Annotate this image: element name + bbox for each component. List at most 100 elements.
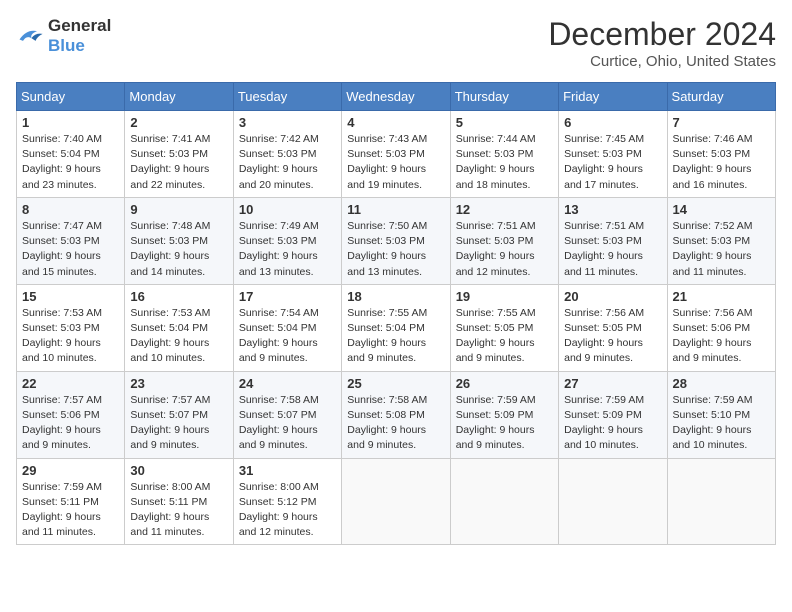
day-number: 21	[673, 289, 770, 304]
logo: General Blue	[16, 16, 111, 56]
calendar-cell: 22 Sunrise: 7:57 AM Sunset: 5:06 PM Dayl…	[17, 371, 125, 458]
calendar-cell: 31 Sunrise: 8:00 AM Sunset: 5:12 PM Dayl…	[233, 458, 341, 545]
day-number: 14	[673, 202, 770, 217]
calendar-table: SundayMondayTuesdayWednesdayThursdayFrid…	[16, 82, 776, 545]
column-header-saturday: Saturday	[667, 83, 775, 111]
calendar-cell: 25 Sunrise: 7:58 AM Sunset: 5:08 PM Dayl…	[342, 371, 450, 458]
day-info: Sunrise: 7:54 AM Sunset: 5:04 PM Dayligh…	[239, 306, 336, 367]
day-info: Sunrise: 7:50 AM Sunset: 5:03 PM Dayligh…	[347, 219, 444, 280]
day-info: Sunrise: 7:43 AM Sunset: 5:03 PM Dayligh…	[347, 132, 444, 193]
calendar-cell: 1 Sunrise: 7:40 AM Sunset: 5:04 PM Dayli…	[17, 111, 125, 198]
calendar-cell	[450, 458, 558, 545]
day-number: 16	[130, 289, 227, 304]
day-info: Sunrise: 7:59 AM Sunset: 5:11 PM Dayligh…	[22, 480, 119, 541]
column-header-thursday: Thursday	[450, 83, 558, 111]
calendar-cell: 20 Sunrise: 7:56 AM Sunset: 5:05 PM Dayl…	[559, 284, 667, 371]
location-title: Curtice, Ohio, United States	[548, 53, 776, 70]
calendar-cell: 10 Sunrise: 7:49 AM Sunset: 5:03 PM Dayl…	[233, 197, 341, 284]
day-number: 12	[456, 202, 553, 217]
day-number: 29	[22, 463, 119, 478]
day-info: Sunrise: 7:45 AM Sunset: 5:03 PM Dayligh…	[564, 132, 661, 193]
day-info: Sunrise: 8:00 AM Sunset: 5:11 PM Dayligh…	[130, 480, 227, 541]
header: General Blue December 2024 Curtice, Ohio…	[16, 16, 776, 70]
calendar-cell: 14 Sunrise: 7:52 AM Sunset: 5:03 PM Dayl…	[667, 197, 775, 284]
calendar-cell: 11 Sunrise: 7:50 AM Sunset: 5:03 PM Dayl…	[342, 197, 450, 284]
day-info: Sunrise: 7:57 AM Sunset: 5:06 PM Dayligh…	[22, 393, 119, 454]
day-info: Sunrise: 7:42 AM Sunset: 5:03 PM Dayligh…	[239, 132, 336, 193]
day-info: Sunrise: 7:55 AM Sunset: 5:04 PM Dayligh…	[347, 306, 444, 367]
day-info: Sunrise: 7:40 AM Sunset: 5:04 PM Dayligh…	[22, 132, 119, 193]
day-number: 15	[22, 289, 119, 304]
calendar-cell: 18 Sunrise: 7:55 AM Sunset: 5:04 PM Dayl…	[342, 284, 450, 371]
day-number: 18	[347, 289, 444, 304]
day-number: 27	[564, 376, 661, 391]
day-number: 25	[347, 376, 444, 391]
calendar-cell: 28 Sunrise: 7:59 AM Sunset: 5:10 PM Dayl…	[667, 371, 775, 458]
calendar-cell: 7 Sunrise: 7:46 AM Sunset: 5:03 PM Dayli…	[667, 111, 775, 198]
day-info: Sunrise: 7:41 AM Sunset: 5:03 PM Dayligh…	[130, 132, 227, 193]
calendar-cell: 17 Sunrise: 7:54 AM Sunset: 5:04 PM Dayl…	[233, 284, 341, 371]
day-info: Sunrise: 7:44 AM Sunset: 5:03 PM Dayligh…	[456, 132, 553, 193]
calendar-cell: 26 Sunrise: 7:59 AM Sunset: 5:09 PM Dayl…	[450, 371, 558, 458]
day-number: 24	[239, 376, 336, 391]
day-number: 26	[456, 376, 553, 391]
day-number: 2	[130, 115, 227, 130]
calendar-cell: 15 Sunrise: 7:53 AM Sunset: 5:03 PM Dayl…	[17, 284, 125, 371]
day-info: Sunrise: 7:59 AM Sunset: 5:09 PM Dayligh…	[456, 393, 553, 454]
day-info: Sunrise: 7:56 AM Sunset: 5:06 PM Dayligh…	[673, 306, 770, 367]
day-number: 22	[22, 376, 119, 391]
calendar-week-row: 1 Sunrise: 7:40 AM Sunset: 5:04 PM Dayli…	[17, 111, 776, 198]
calendar-cell: 4 Sunrise: 7:43 AM Sunset: 5:03 PM Dayli…	[342, 111, 450, 198]
day-info: Sunrise: 7:48 AM Sunset: 5:03 PM Dayligh…	[130, 219, 227, 280]
day-info: Sunrise: 7:59 AM Sunset: 5:10 PM Dayligh…	[673, 393, 770, 454]
logo-text: General Blue	[48, 16, 111, 56]
calendar-cell: 5 Sunrise: 7:44 AM Sunset: 5:03 PM Dayli…	[450, 111, 558, 198]
day-number: 4	[347, 115, 444, 130]
column-header-sunday: Sunday	[17, 83, 125, 111]
calendar-cell: 9 Sunrise: 7:48 AM Sunset: 5:03 PM Dayli…	[125, 197, 233, 284]
day-info: Sunrise: 7:59 AM Sunset: 5:09 PM Dayligh…	[564, 393, 661, 454]
day-info: Sunrise: 7:53 AM Sunset: 5:04 PM Dayligh…	[130, 306, 227, 367]
day-info: Sunrise: 7:47 AM Sunset: 5:03 PM Dayligh…	[22, 219, 119, 280]
day-info: Sunrise: 7:57 AM Sunset: 5:07 PM Dayligh…	[130, 393, 227, 454]
calendar-cell: 21 Sunrise: 7:56 AM Sunset: 5:06 PM Dayl…	[667, 284, 775, 371]
calendar-cell: 12 Sunrise: 7:51 AM Sunset: 5:03 PM Dayl…	[450, 197, 558, 284]
column-header-monday: Monday	[125, 83, 233, 111]
calendar-cell	[559, 458, 667, 545]
calendar-cell	[342, 458, 450, 545]
logo-bird-icon	[16, 25, 44, 47]
day-number: 28	[673, 376, 770, 391]
calendar-cell	[667, 458, 775, 545]
column-header-friday: Friday	[559, 83, 667, 111]
calendar-cell: 24 Sunrise: 7:58 AM Sunset: 5:07 PM Dayl…	[233, 371, 341, 458]
day-number: 6	[564, 115, 661, 130]
calendar-week-row: 22 Sunrise: 7:57 AM Sunset: 5:06 PM Dayl…	[17, 371, 776, 458]
calendar-cell: 16 Sunrise: 7:53 AM Sunset: 5:04 PM Dayl…	[125, 284, 233, 371]
day-number: 8	[22, 202, 119, 217]
day-info: Sunrise: 7:52 AM Sunset: 5:03 PM Dayligh…	[673, 219, 770, 280]
day-number: 11	[347, 202, 444, 217]
calendar-cell: 3 Sunrise: 7:42 AM Sunset: 5:03 PM Dayli…	[233, 111, 341, 198]
day-number: 30	[130, 463, 227, 478]
day-info: Sunrise: 7:51 AM Sunset: 5:03 PM Dayligh…	[456, 219, 553, 280]
day-number: 17	[239, 289, 336, 304]
calendar-header-row: SundayMondayTuesdayWednesdayThursdayFrid…	[17, 83, 776, 111]
day-info: Sunrise: 7:49 AM Sunset: 5:03 PM Dayligh…	[239, 219, 336, 280]
day-info: Sunrise: 7:58 AM Sunset: 5:07 PM Dayligh…	[239, 393, 336, 454]
day-number: 10	[239, 202, 336, 217]
day-number: 31	[239, 463, 336, 478]
calendar-cell: 19 Sunrise: 7:55 AM Sunset: 5:05 PM Dayl…	[450, 284, 558, 371]
day-number: 19	[456, 289, 553, 304]
calendar-cell: 27 Sunrise: 7:59 AM Sunset: 5:09 PM Dayl…	[559, 371, 667, 458]
calendar-cell: 8 Sunrise: 7:47 AM Sunset: 5:03 PM Dayli…	[17, 197, 125, 284]
calendar-cell: 30 Sunrise: 8:00 AM Sunset: 5:11 PM Dayl…	[125, 458, 233, 545]
column-header-wednesday: Wednesday	[342, 83, 450, 111]
day-number: 13	[564, 202, 661, 217]
day-info: Sunrise: 7:58 AM Sunset: 5:08 PM Dayligh…	[347, 393, 444, 454]
calendar-cell: 6 Sunrise: 7:45 AM Sunset: 5:03 PM Dayli…	[559, 111, 667, 198]
day-number: 20	[564, 289, 661, 304]
calendar-cell: 23 Sunrise: 7:57 AM Sunset: 5:07 PM Dayl…	[125, 371, 233, 458]
day-info: Sunrise: 7:53 AM Sunset: 5:03 PM Dayligh…	[22, 306, 119, 367]
day-number: 5	[456, 115, 553, 130]
day-info: Sunrise: 8:00 AM Sunset: 5:12 PM Dayligh…	[239, 480, 336, 541]
